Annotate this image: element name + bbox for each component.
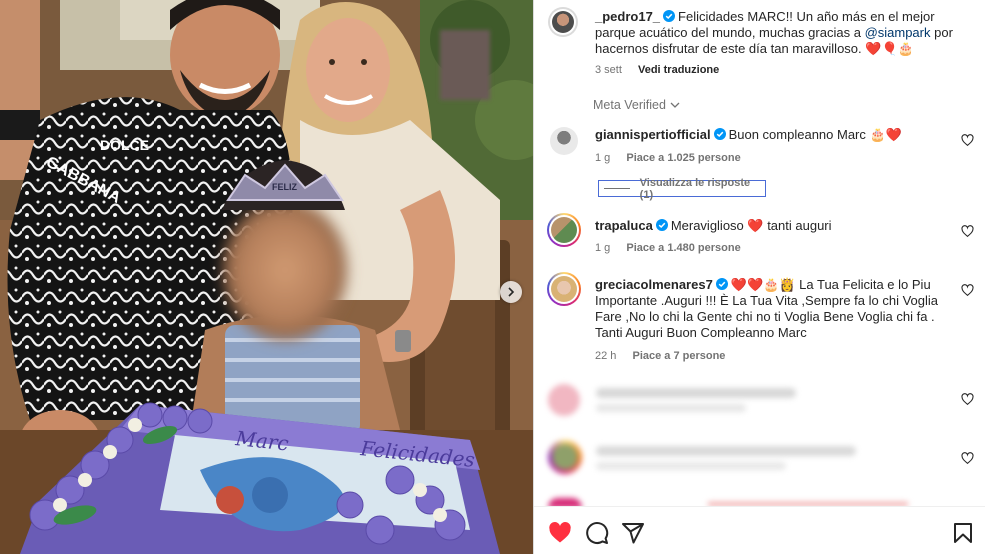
chevron-right-icon [508, 287, 515, 297]
comment-avatar[interactable] [547, 272, 581, 306]
comment-text: Buon compleanno Marc 🎂❤️ [728, 127, 902, 142]
comment: giannispertiofficial Buon compleanno Marc… [595, 127, 955, 143]
comment-username[interactable]: greciacolmenares7 [595, 277, 713, 292]
share-button[interactable] [621, 521, 645, 545]
comment-likes[interactable]: Piace a 1.025 persone [626, 152, 740, 164]
comment-meta: 1 g Piace a 1.025 persone [595, 152, 754, 164]
comment-avatar[interactable] [550, 127, 578, 155]
next-photo-button[interactable] [500, 281, 522, 303]
comment-username[interactable]: giannispertiofficial [595, 127, 711, 142]
child-face-blurred [223, 200, 347, 340]
verified-badge-icon [663, 10, 676, 22]
post-action-bar [534, 506, 985, 554]
comment: trapaluca Meraviglioso ❤️ tanti auguri [595, 218, 955, 234]
author-username[interactable]: _pedro17_ [595, 9, 660, 24]
comment-time: 22 h [595, 350, 617, 362]
caption-mention-link[interactable]: @siampark [865, 25, 931, 40]
comment-like-heart-icon[interactable] [961, 284, 974, 297]
heart-filled-icon [549, 522, 571, 543]
comment-username[interactable]: trapaluca [595, 218, 653, 233]
replies-divider [604, 188, 630, 189]
comment: greciacolmenares7 ❤️❤️🎂👸 La Tua Felicita … [595, 277, 950, 341]
comment-like-heart-icon[interactable] [961, 134, 974, 147]
save-button[interactable] [951, 521, 975, 545]
post-photo-illustration: GABBANA DOLCE FELIZ Felicidades Marc [0, 0, 533, 554]
comment-like-heart-icon[interactable] [961, 452, 974, 465]
verified-badge-icon [715, 278, 728, 290]
post-time: 3 sett [595, 64, 622, 76]
post-side-panel: _pedro17_ Felicidades MARC!! Un año más e… [533, 0, 985, 554]
like-button[interactable] [548, 521, 572, 545]
post-photo[interactable]: GABBANA DOLCE FELIZ Felicidades Marc [0, 0, 533, 554]
comment-like-heart-icon[interactable] [961, 393, 974, 406]
comment-time: 1 g [595, 152, 611, 164]
comment-button[interactable] [585, 521, 609, 545]
chevron-down-icon [670, 102, 680, 108]
comment-avatar[interactable] [547, 213, 581, 247]
author-avatar[interactable] [548, 7, 578, 37]
blurred-comment [548, 440, 948, 476]
verified-badge-icon [713, 128, 726, 140]
view-replies-button[interactable]: Visualizza le risposte (1) [598, 177, 766, 201]
comment-likes[interactable]: Piace a 1.480 persone [626, 242, 740, 254]
comment-meta: 1 g Piace a 1.480 persone [595, 242, 754, 254]
bookmark-icon [954, 523, 972, 543]
tiara-text: FELIZ [272, 182, 297, 192]
post-caption: _pedro17_ Felicidades MARC!! Un año más e… [595, 9, 965, 57]
comment-likes[interactable]: Piace a 7 persone [632, 350, 725, 362]
paper-plane-icon [622, 523, 644, 544]
comment-bubble-icon [586, 522, 609, 544]
comment-meta: 22 h Piace a 7 persone [595, 350, 738, 362]
caption-meta: 3 sett Vedi traduzione [595, 64, 732, 76]
shirt-text-dolce: DOLCE [100, 137, 149, 153]
comment-like-heart-icon[interactable] [961, 225, 974, 238]
comment-time: 1 g [595, 242, 611, 254]
woman-face [306, 18, 390, 122]
blurred-comment [548, 384, 948, 416]
instagram-post-view: GABBANA DOLCE FELIZ Felicidades Marc _pe… [0, 0, 985, 554]
meta-verified-filter[interactable]: Meta Verified [593, 98, 680, 112]
view-replies-label: Visualizza le risposte (1) [639, 176, 751, 201]
verified-badge-icon [655, 219, 668, 231]
meta-verified-label: Meta Verified [593, 98, 666, 112]
see-translation-button[interactable]: Vedi traduzione [638, 64, 719, 76]
comment-text: Meraviglioso ❤️ tanti auguri [670, 218, 832, 233]
